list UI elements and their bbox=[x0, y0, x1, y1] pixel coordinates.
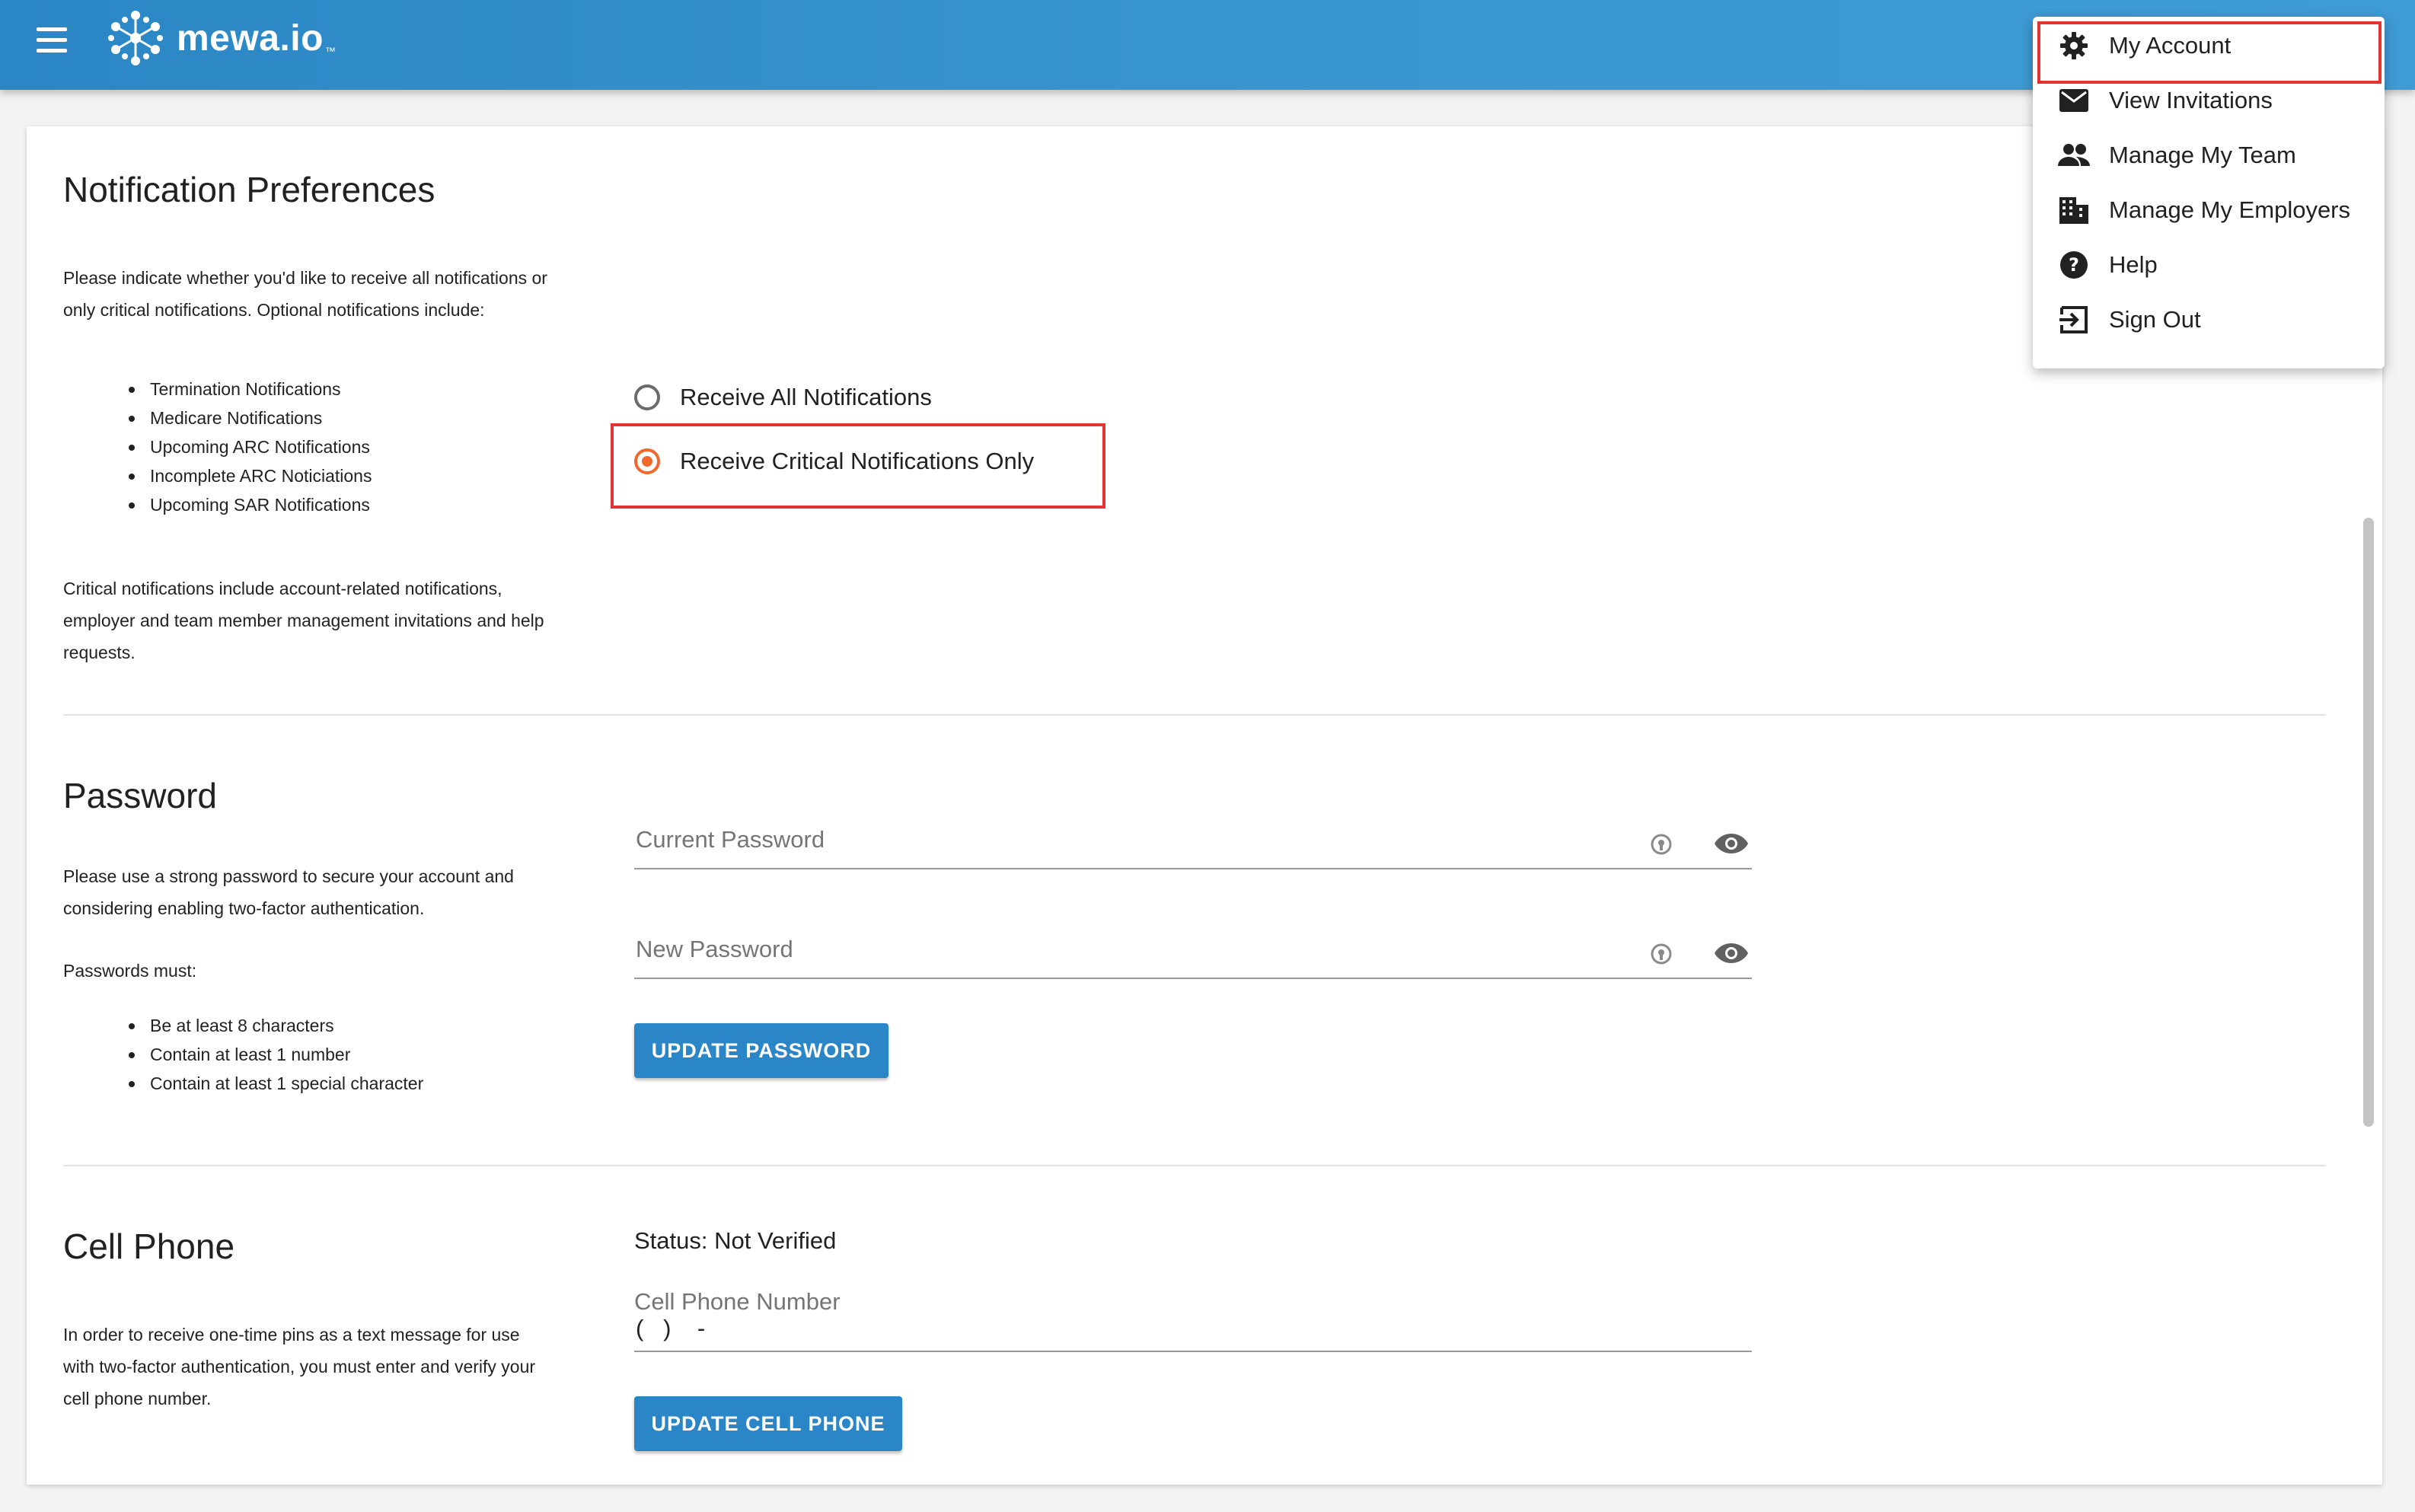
cell-phone-input[interactable] bbox=[634, 1314, 1627, 1343]
list-item: Incomplete ARC Noticiations bbox=[124, 461, 372, 490]
logo-text: mewa.io ™ bbox=[177, 18, 337, 59]
list-item: Be at least 8 characters bbox=[124, 1011, 423, 1040]
hamburger-menu-icon[interactable] bbox=[37, 27, 73, 62]
password-desc-line2: considering enabling two-factor authenti… bbox=[63, 898, 425, 918]
building-icon bbox=[2057, 193, 2091, 227]
cell-desc-line3: cell phone number. bbox=[63, 1389, 212, 1408]
mewa-logo[interactable]: mewa.io ™ bbox=[104, 6, 336, 70]
list-item: Contain at least 1 number bbox=[124, 1040, 423, 1069]
highlight-box bbox=[2037, 21, 2382, 84]
section-divider bbox=[63, 1165, 2326, 1166]
help-icon: ? bbox=[2057, 248, 2091, 282]
menu-item-sign-out[interactable]: Sign Out bbox=[2033, 292, 2385, 347]
account-settings-card: Notification Preferences Please indicate… bbox=[27, 126, 2382, 1485]
mewa-network-logo-icon bbox=[108, 11, 163, 65]
critical-desc-line3: requests. bbox=[63, 643, 136, 662]
list-item: Contain at least 1 special character bbox=[124, 1069, 423, 1098]
cell-phone-title: Cell Phone bbox=[63, 1227, 235, 1266]
password-title: Password bbox=[63, 776, 217, 815]
menu-item-manage-employers[interactable]: Manage My Employers bbox=[2033, 183, 2385, 238]
update-password-button[interactable]: UPDATE PASSWORD bbox=[634, 1023, 888, 1078]
envelope-icon bbox=[2057, 84, 2091, 117]
notification-intro-line1: Please indicate whether you'd like to re… bbox=[63, 268, 547, 288]
eye-icon[interactable] bbox=[1714, 941, 1749, 965]
menu-label-manage-employers: Manage My Employers bbox=[2109, 196, 2351, 223]
notification-preferences-title: Notification Preferences bbox=[63, 170, 435, 209]
password-rules-list: Be at least 8 characters Contain at leas… bbox=[124, 1011, 423, 1098]
cell-status-text: Status: Not Verified bbox=[634, 1227, 837, 1254]
section-divider bbox=[63, 714, 2326, 716]
eye-icon[interactable] bbox=[1714, 831, 1749, 856]
password-rules-heading: Passwords must: bbox=[63, 961, 197, 981]
update-cell-phone-button[interactable]: UPDATE CELL PHONE bbox=[634, 1396, 902, 1451]
new-password-field[interactable] bbox=[634, 929, 1752, 979]
menu-label-manage-team: Manage My Team bbox=[2109, 142, 2296, 168]
list-item: Termination Notifications bbox=[124, 375, 372, 404]
optional-notifications-list: Termination Notifications Medicare Notif… bbox=[124, 375, 372, 519]
cell-phone-label: Cell Phone Number bbox=[634, 1288, 841, 1315]
new-password-input[interactable] bbox=[634, 935, 1627, 964]
svg-text:?: ? bbox=[2069, 254, 2079, 276]
radio-receive-all[interactable]: Receive All Notifications bbox=[634, 384, 932, 411]
menu-label-view-invitations: View Invitations bbox=[2109, 87, 2273, 113]
current-password-input[interactable] bbox=[634, 825, 1627, 854]
notification-intro-line2: only critical notifications. Optional no… bbox=[63, 300, 485, 320]
menu-label-sign-out: Sign Out bbox=[2109, 306, 2201, 333]
menu-label-help: Help bbox=[2109, 251, 2158, 278]
menu-item-manage-team[interactable]: Manage My Team bbox=[2033, 128, 2385, 183]
sign-out-icon bbox=[2057, 303, 2091, 337]
list-item: Upcoming ARC Notifications bbox=[124, 432, 372, 461]
scrollbar-thumb[interactable] bbox=[2363, 518, 2374, 1127]
cell-desc-line1: In order to receive one-time pins as a t… bbox=[63, 1325, 520, 1345]
current-password-field[interactable] bbox=[634, 819, 1752, 869]
radio-unchecked-icon[interactable] bbox=[634, 384, 660, 410]
critical-desc-line2: employer and team member management invi… bbox=[63, 611, 544, 630]
password-manager-icon[interactable] bbox=[1650, 833, 1673, 856]
radio-receive-all-label: Receive All Notifications bbox=[680, 384, 932, 410]
menu-item-help[interactable]: ? Help bbox=[2033, 238, 2385, 292]
password-manager-icon[interactable] bbox=[1650, 943, 1673, 965]
cell-desc-line2: with two-factor authentication, you must… bbox=[63, 1357, 536, 1376]
cell-phone-field[interactable] bbox=[634, 1313, 1752, 1352]
list-item: Upcoming SAR Notifications bbox=[124, 490, 372, 519]
people-icon bbox=[2057, 139, 2091, 172]
password-desc-line1: Please use a strong password to secure y… bbox=[63, 866, 514, 886]
list-item: Medicare Notifications bbox=[124, 404, 372, 432]
critical-desc-line1: Critical notifications include account-r… bbox=[63, 579, 502, 598]
highlight-box bbox=[611, 423, 1105, 509]
